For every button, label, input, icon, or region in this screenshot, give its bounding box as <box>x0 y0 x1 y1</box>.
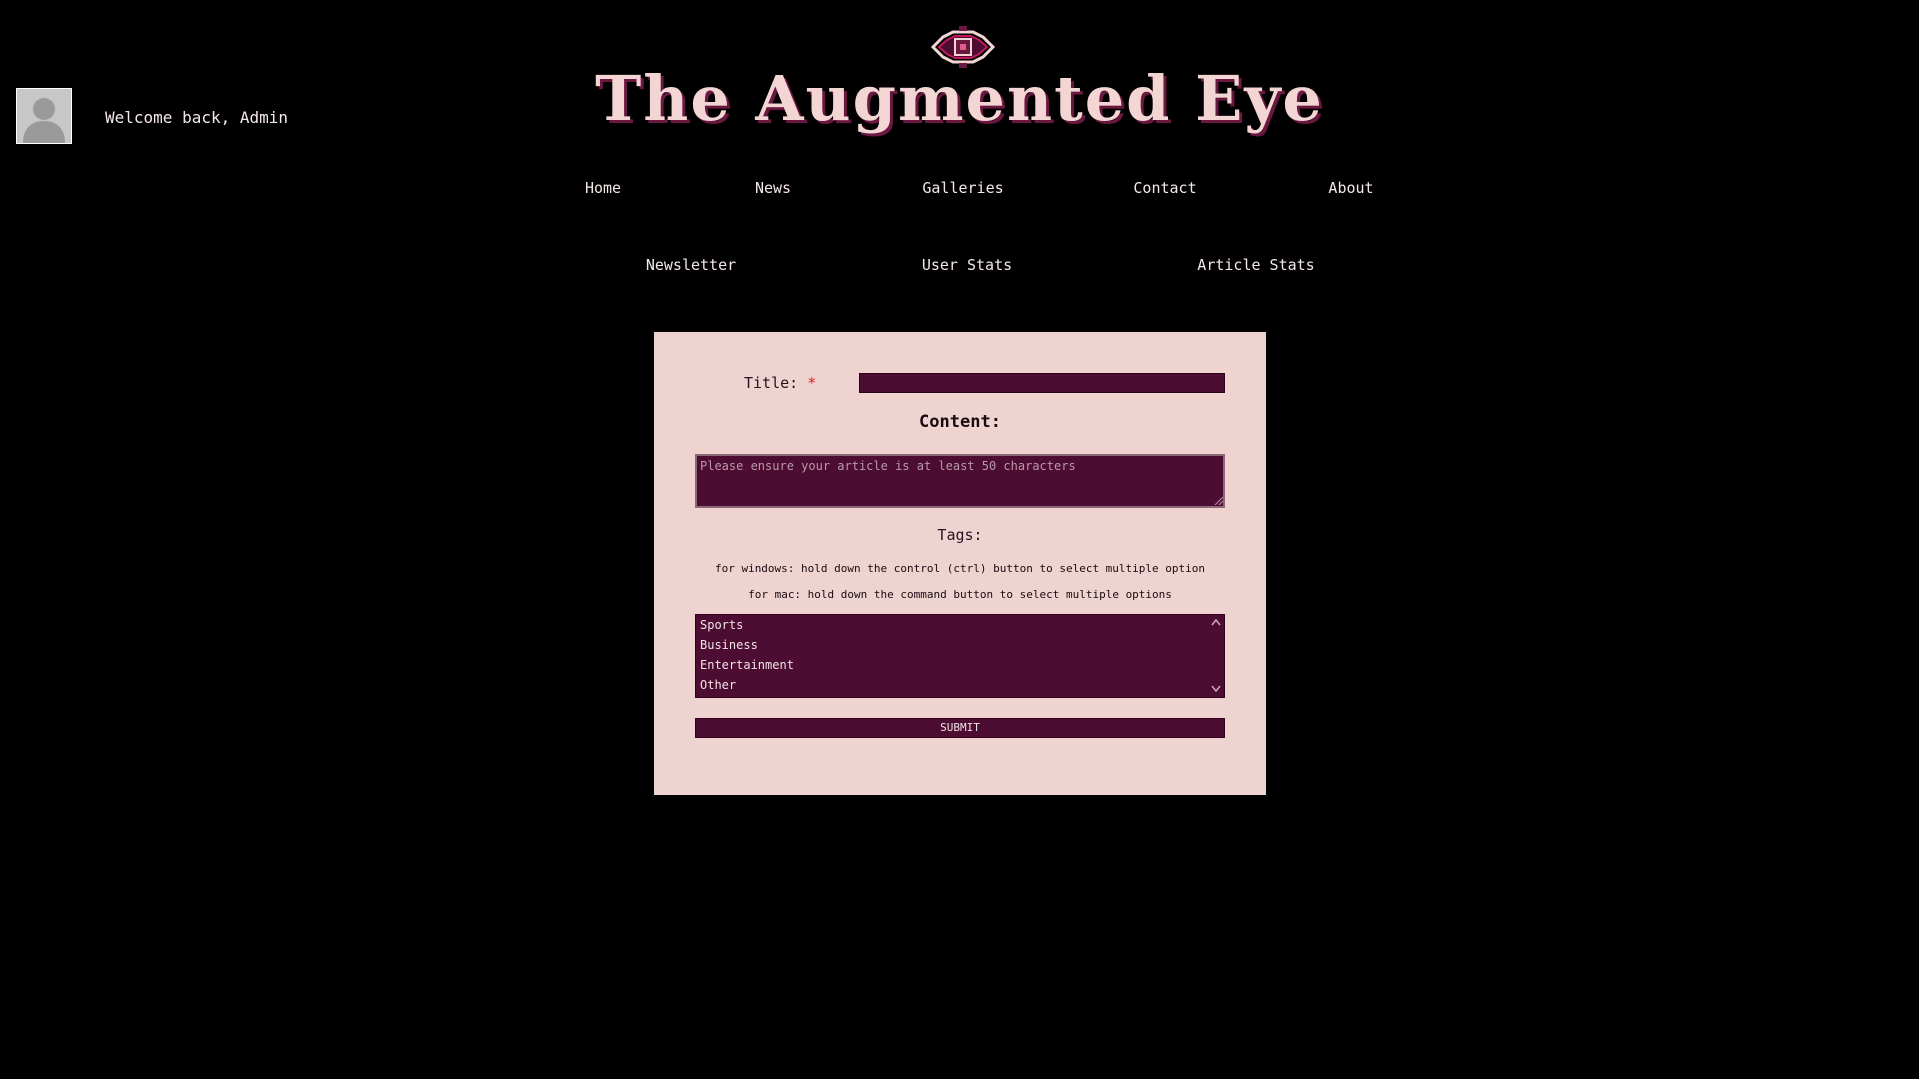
content-textarea[interactable] <box>695 454 1225 508</box>
tag-option-sports[interactable]: Sports <box>696 615 1224 635</box>
nav-link-home[interactable]: Home <box>585 179 621 197</box>
nav-link-galleries[interactable]: Galleries <box>922 179 1003 197</box>
resize-grip-icon[interactable] <box>1213 495 1223 505</box>
site-title: The Augmented Eye <box>595 62 1324 135</box>
tags-label: Tags: <box>937 526 983 544</box>
hint-windows: for windows: hold down the control (ctrl… <box>714 562 1206 575</box>
nav-link-article-stats[interactable]: Article Stats <box>1197 256 1314 274</box>
nav-link-about[interactable]: About <box>1328 179 1373 197</box>
nav-link-contact[interactable]: Contact <box>1133 179 1196 197</box>
nav-link-news[interactable]: News <box>755 179 791 197</box>
tags-scrollbar[interactable] <box>1208 615 1224 697</box>
required-mark: * <box>807 374 817 392</box>
title-input[interactable] <box>859 373 1225 393</box>
scroll-up-icon[interactable] <box>1211 618 1221 626</box>
content-label: Content: <box>919 412 1001 432</box>
tags-select[interactable]: Sports Business Entertainment Other <box>695 614 1225 698</box>
article-form: Title: * Content: Tags: for windows: hol… <box>654 332 1266 795</box>
nav-link-user-stats[interactable]: User Stats <box>922 256 1012 274</box>
hint-mac: for mac: hold down the command button to… <box>748 588 1172 601</box>
tag-option-business[interactable]: Business <box>696 635 1224 655</box>
title-label: Title: * <box>744 374 816 392</box>
tag-option-other[interactable]: Other <box>696 675 1224 695</box>
submit-button[interactable]: SUBMIT <box>695 718 1225 738</box>
tag-option-entertainment[interactable]: Entertainment <box>696 655 1224 675</box>
title-label-text: Title: <box>744 374 799 392</box>
scroll-down-icon[interactable] <box>1211 685 1221 693</box>
nav-link-newsletter[interactable]: Newsletter <box>646 256 736 274</box>
